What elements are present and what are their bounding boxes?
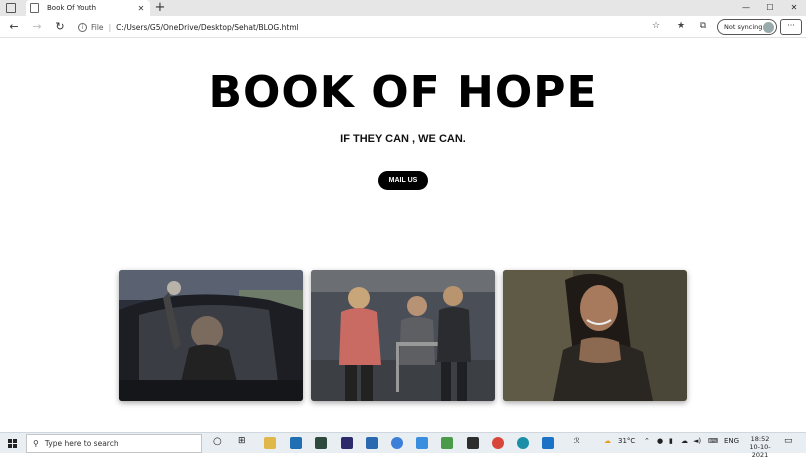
tab-title: Book Of Youth — [47, 4, 97, 12]
page-icon — [30, 3, 39, 13]
cortana-icon[interactable]: ○ — [213, 436, 222, 447]
new-tab-button[interactable]: + — [153, 1, 167, 15]
rehab-photo — [311, 270, 495, 401]
sublime-icon[interactable] — [467, 437, 479, 449]
maximize-button[interactable]: ☐ — [758, 0, 782, 16]
weather-temp[interactable]: 31°C — [618, 437, 635, 445]
mail-us-button[interactable]: MAIL US — [378, 171, 428, 190]
favorites-icon[interactable]: ★ — [675, 21, 687, 31]
language-indicator[interactable]: ENG — [724, 437, 739, 445]
chrome-icon[interactable] — [492, 437, 504, 449]
profile-label: Not syncing — [724, 23, 763, 31]
microphone-icon: ▮ — [669, 437, 673, 445]
taskbar: ⚲ Type here to search ○ ⊞ ℛ ☁ 31°C ⌃ ● ▮… — [0, 432, 806, 459]
photoshop-icon[interactable] — [341, 437, 353, 449]
profile-button[interactable]: Not syncing — [717, 19, 777, 35]
clock[interactable]: 18:52 10-10-2021 — [743, 435, 777, 459]
minimize-button[interactable]: — — [734, 0, 758, 16]
task-view-icon[interactable]: ⊞ — [238, 436, 246, 446]
file-explorer-icon[interactable] — [264, 437, 276, 449]
taskbar-search[interactable]: ⚲ Type here to search — [26, 434, 202, 453]
search-placeholder: Type here to search — [44, 439, 119, 448]
edge-icon[interactable] — [517, 437, 529, 449]
address-separator: | — [108, 22, 112, 32]
show-hidden-icons-icon[interactable]: ⌃ — [644, 437, 650, 445]
start-button[interactable] — [8, 439, 17, 448]
forward-button[interactable]: → — [29, 19, 45, 35]
settings-menu-button[interactable]: ··· — [780, 19, 802, 35]
notifications-icon[interactable]: ▭ — [784, 436, 793, 446]
search-icon: ⚲ — [33, 439, 39, 448]
vscode-icon[interactable] — [542, 437, 554, 449]
browser-toolbar: ← → ↻ i File | C:/Users/G5/OneDrive/Desk… — [0, 16, 806, 38]
location-icon: ● — [657, 437, 664, 445]
photo-card-car — [119, 270, 303, 401]
node-icon[interactable] — [441, 437, 453, 449]
avatar — [763, 22, 774, 33]
app-icon[interactable] — [315, 437, 327, 449]
close-window-button[interactable]: ✕ — [782, 0, 806, 16]
firefox-icon[interactable] — [391, 437, 403, 449]
tab-actions-icon[interactable] — [6, 3, 16, 13]
keyboard-icon[interactable]: ⌨ — [708, 437, 718, 445]
window-controls: — ☐ ✕ — [734, 0, 806, 16]
site-info-icon[interactable]: i — [78, 22, 87, 32]
car-photo — [119, 270, 303, 401]
todo-icon[interactable] — [416, 437, 428, 449]
photo-card-rehab — [311, 270, 495, 401]
volume-icon[interactable]: ◄) — [693, 437, 701, 445]
photo-card-portrait — [503, 270, 687, 401]
scheme-label: File — [91, 22, 104, 32]
back-button[interactable]: ← — [6, 19, 22, 35]
address-url[interactable]: C:/Users/G5/OneDrive/Desktop/Sehat/BLOG.… — [116, 23, 299, 32]
clock-date: 10-10-2021 — [749, 443, 771, 459]
reload-button[interactable]: ↻ — [52, 19, 68, 35]
page-content: BOOK OF HOPE IF THEY CAN , WE CAN. MAIL … — [0, 39, 806, 432]
page-subtitle: IF THEY CAN , WE CAN. — [340, 133, 466, 145]
browser-tab-strip: Book Of Youth ✕ + — ☐ ✕ — [0, 0, 806, 16]
mail-icon[interactable] — [366, 437, 378, 449]
weather-icon: ☁ — [604, 437, 611, 445]
people-icon[interactable]: ℛ — [574, 437, 580, 445]
address-bar[interactable]: i File | C:/Users/G5/OneDrive/Desktop/Se… — [78, 19, 668, 35]
store-icon[interactable] — [290, 437, 302, 449]
add-favorite-icon[interactable]: ☆ — [650, 21, 662, 31]
browser-tab[interactable]: Book Of Youth ✕ — [26, 0, 150, 16]
portrait-photo — [503, 270, 687, 401]
collections-icon[interactable]: ⧉ — [697, 21, 709, 31]
page-title: BOOK OF HOPE — [208, 67, 598, 118]
network-icon[interactable]: ☁ — [681, 437, 688, 445]
clock-time: 18:52 — [750, 435, 770, 443]
tab-close-icon[interactable]: ✕ — [136, 4, 146, 13]
